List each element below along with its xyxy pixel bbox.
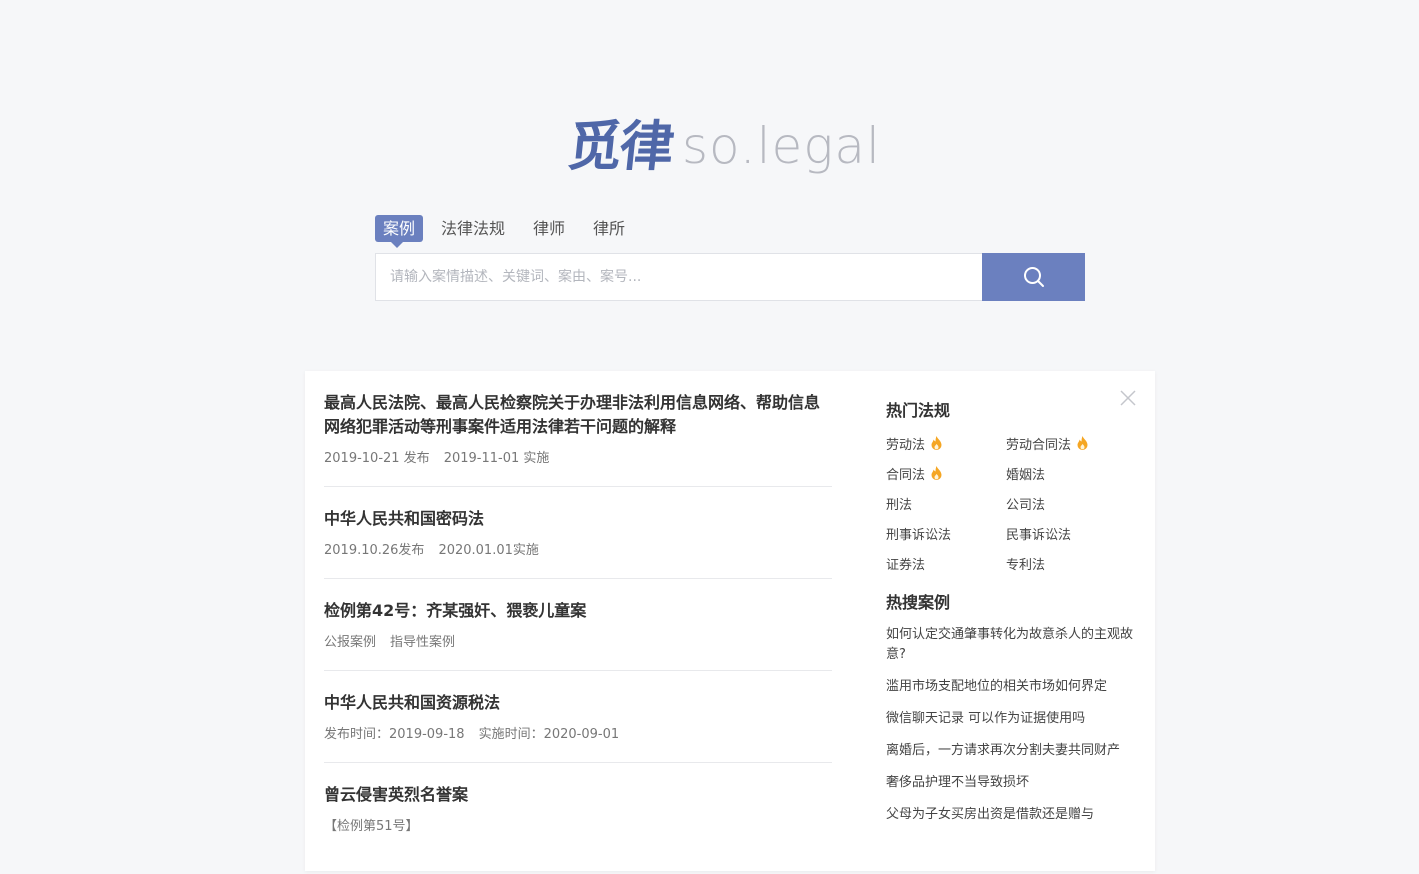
logo-chinese: 觅律 bbox=[564, 114, 676, 178]
hot-case-link[interactable]: 滥用市场支配地位的相关市场如何界定 bbox=[886, 677, 1136, 697]
news-title[interactable]: 中华人民共和国资源税法 bbox=[324, 691, 832, 715]
news-title[interactable]: 最高人民法院、最高人民检察院关于办理非法利用信息网络、帮助信息网络犯罪活动等刑事… bbox=[324, 391, 832, 439]
hot-law-link[interactable]: 刑事诉讼法 bbox=[886, 523, 1006, 543]
news-meta: 2019-10-21 发布 2019-11-01 实施 bbox=[324, 447, 832, 466]
publish-date: 2019.10.26发布 bbox=[324, 543, 425, 558]
hot-law-link[interactable]: 婚姻法 bbox=[1006, 463, 1126, 483]
tab-law-firms[interactable]: 律所 bbox=[593, 215, 625, 242]
news-list: 最高人民法院、最高人民检察院关于办理非法利用信息网络、帮助信息网络犯罪活动等刑事… bbox=[324, 391, 832, 874]
news-title[interactable]: 中华人民共和国密码法 bbox=[324, 507, 832, 531]
list-item: 最高人民法院、最高人民检察院关于办理非法利用信息网络、帮助信息网络犯罪活动等刑事… bbox=[324, 391, 832, 487]
hot-law-link[interactable]: 专利法 bbox=[1006, 553, 1126, 573]
publish-date: 2019-10-21 发布 bbox=[324, 451, 430, 466]
hot-cases-list: 如何认定交通肇事转化为故意杀人的主观故意? 滥用市场支配地位的相关市场如何界定 … bbox=[886, 625, 1136, 825]
effective-date: 2020.01.01实施 bbox=[438, 543, 539, 558]
list-item: 曾云侵害英烈名誉案 【检例第51号】 bbox=[324, 783, 832, 854]
case-tag: 公报案例 bbox=[324, 635, 377, 650]
search-bar bbox=[375, 253, 1085, 301]
hot-case-link[interactable]: 父母为子女买房出资是借款还是赠与 bbox=[886, 805, 1136, 825]
hot-law-link[interactable]: 公司法 bbox=[1006, 493, 1126, 513]
news-meta: 【检例第51号】 bbox=[324, 815, 832, 834]
news-meta: 发布时间：2019-09-18 实施时间：2020-09-01 bbox=[324, 723, 832, 742]
list-item: 中华人民共和国资源税法 发布时间：2019-09-18 实施时间：2020-09… bbox=[324, 691, 832, 763]
hot-case-link[interactable]: 奢侈品护理不当导致损坏 bbox=[886, 773, 1136, 793]
search-input[interactable] bbox=[375, 253, 982, 301]
search-type-tabs: 案例 法律法规 律师 律所 bbox=[375, 215, 653, 248]
fire-icon bbox=[1077, 436, 1088, 450]
case-number: 【检例第51号】 bbox=[324, 819, 419, 834]
hot-law-link[interactable]: 合同法 bbox=[886, 463, 1006, 483]
hot-law-link[interactable]: 证券法 bbox=[886, 553, 1006, 573]
hot-law-link[interactable]: 劳动合同法 bbox=[1006, 433, 1126, 453]
tab-cases[interactable]: 案例 bbox=[375, 215, 424, 248]
hot-law-link[interactable]: 劳动法 bbox=[886, 433, 1006, 453]
logo-english: so.legal bbox=[682, 117, 881, 175]
search-button[interactable] bbox=[982, 253, 1085, 301]
hot-law-label: 劳动合同法 bbox=[1006, 437, 1072, 453]
effective-date: 实施时间：2020-09-01 bbox=[478, 727, 620, 742]
tab-lawyers[interactable]: 律师 bbox=[533, 215, 565, 242]
hot-case-link[interactable]: 如何认定交通肇事转化为故意杀人的主观故意? bbox=[886, 625, 1136, 665]
logo: 觅律 so.legal bbox=[564, 108, 881, 178]
publish-date: 发布时间：2019-09-18 bbox=[324, 727, 465, 742]
sidebar: 热门法规 劳动法 劳动合同法 合同法 婚姻法 刑法 公司法 刑事诉讼法 民事诉讼… bbox=[886, 397, 1136, 837]
list-item: 检例第42号：齐某强奸、猥亵儿童案 公报案例 指导性案例 bbox=[324, 599, 832, 671]
list-item: 中华人民共和国密码法 2019.10.26发布 2020.01.01实施 bbox=[324, 507, 832, 579]
tab-laws[interactable]: 法律法规 bbox=[441, 215, 505, 242]
hot-laws-list: 劳动法 劳动合同法 合同法 婚姻法 刑法 公司法 刑事诉讼法 民事诉讼法 证券法… bbox=[886, 433, 1136, 573]
hot-case-link[interactable]: 微信聊天记录 可以作为证据使用吗 bbox=[886, 709, 1136, 729]
news-title[interactable]: 曾云侵害英烈名誉案 bbox=[324, 783, 832, 807]
fire-icon bbox=[931, 436, 942, 450]
hot-law-label: 劳动法 bbox=[886, 437, 926, 453]
hot-case-link[interactable]: 离婚后，一方请求再次分割夫妻共同财产 bbox=[886, 741, 1136, 761]
content-card: 最高人民法院、最高人民检察院关于办理非法利用信息网络、帮助信息网络犯罪活动等刑事… bbox=[305, 371, 1155, 871]
fire-icon bbox=[931, 466, 942, 480]
news-meta: 公报案例 指导性案例 bbox=[324, 631, 832, 650]
search-icon bbox=[1023, 267, 1044, 287]
effective-date: 2019-11-01 实施 bbox=[443, 451, 550, 466]
case-tag: 指导性案例 bbox=[390, 635, 456, 650]
hot-cases-heading: 热搜案例 bbox=[886, 593, 951, 612]
hot-laws-heading: 热门法规 bbox=[886, 401, 951, 420]
news-meta: 2019.10.26发布 2020.01.01实施 bbox=[324, 539, 832, 558]
hot-law-link[interactable]: 民事诉讼法 bbox=[1006, 523, 1126, 543]
hot-law-link[interactable]: 刑法 bbox=[886, 493, 1006, 513]
news-title[interactable]: 检例第42号：齐某强奸、猥亵儿童案 bbox=[324, 599, 832, 623]
hot-law-label: 合同法 bbox=[886, 467, 926, 483]
